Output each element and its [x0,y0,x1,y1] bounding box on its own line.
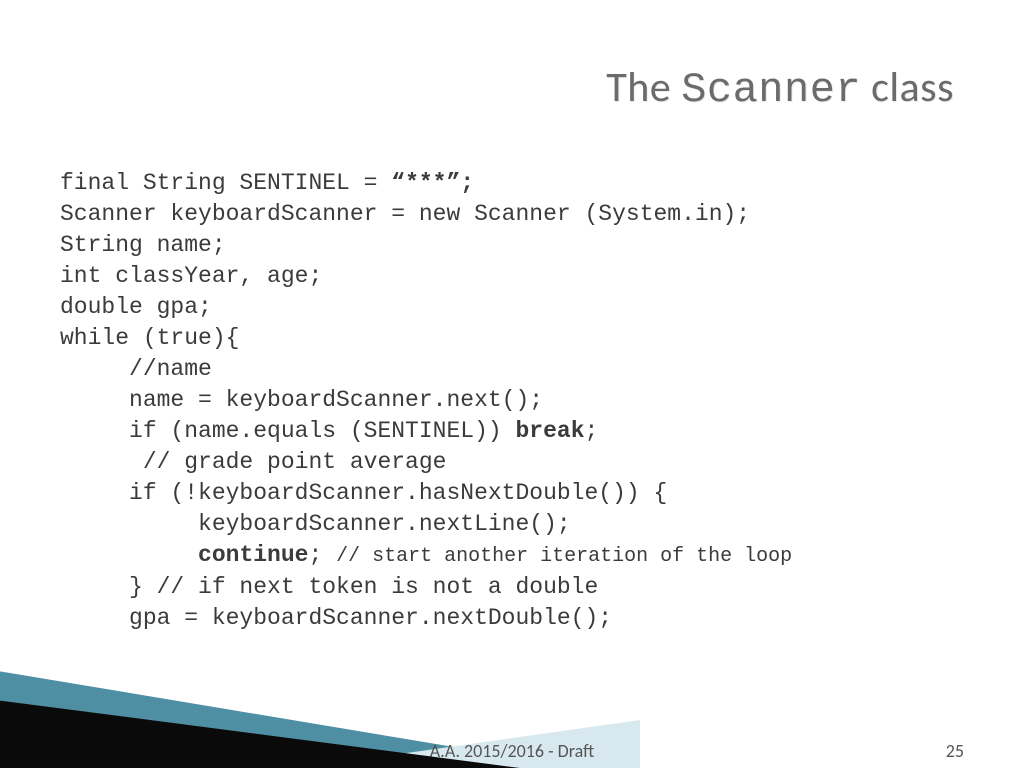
code-l13b: continue [198,542,308,568]
code-l4: int classYear, age; [60,263,322,289]
code-l11: if (!keyboardScanner.hasNextDouble()) { [60,480,667,506]
code-block: final String SENTINEL = “***”; Scanner k… [60,168,964,634]
title-post: class [861,62,954,113]
code-l10: // grade point average [60,449,446,475]
code-l6: while (true){ [60,325,239,351]
code-l15: gpa = keyboardScanner.nextDouble(); [60,605,612,631]
title-pre: The [606,62,681,113]
code-l13a [60,542,198,568]
code-l9a: if (name.equals (SENTINEL)) [60,418,515,444]
code-l2: Scanner keyboardScanner = new Scanner (S… [60,201,750,227]
code-l9b: break [515,418,584,444]
code-l9c: ; [585,418,599,444]
code-l3: String name; [60,232,226,258]
code-l7: //name [60,356,212,382]
code-l12: keyboardScanner.nextLine(); [60,511,571,537]
title-mono: Scanner [681,66,861,114]
slide: The Scanner class final String SENTINEL … [0,0,1024,768]
code-l1a: final String SENTINEL = [60,170,391,196]
code-l1b: “***”; [391,170,474,196]
code-l5: double gpa; [60,294,212,320]
slide-title: The Scanner class [606,62,954,114]
code-l14: } // if next token is not a double [60,574,598,600]
code-l13c: ; [308,542,336,568]
triangle-dark [0,698,520,768]
code-l8: name = keyboardScanner.next(); [60,387,543,413]
code-l13d: // start another iteration of the loop [336,545,792,568]
page-number: 25 [946,740,964,762]
